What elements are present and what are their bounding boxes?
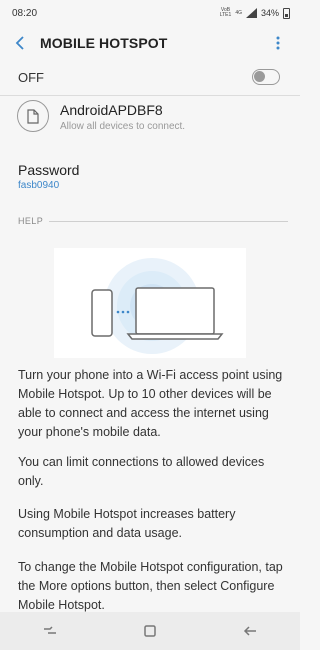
hotspot-illustration-graphic	[91, 258, 224, 354]
password-value: fasb0940	[18, 180, 60, 191]
help-paragraph: Using Mobile Hotspot increases battery c…	[18, 507, 236, 540]
divider	[49, 220, 288, 222]
network-icon	[17, 100, 49, 132]
recents-icon	[44, 626, 56, 634]
phone-icon	[91, 289, 113, 337]
back-arrow-icon	[243, 626, 256, 636]
help-section-header: HELP	[18, 214, 288, 228]
chevron-left-icon	[15, 36, 24, 50]
help-paragraph: Turn your phone into a Wi-Fi access poin…	[18, 368, 283, 439]
battery-icon	[283, 7, 290, 19]
toggle-label: OFF	[18, 70, 44, 85]
hotspot-toggle-row[interactable]: OFF	[0, 60, 300, 96]
status-time: 08:20	[12, 7, 38, 19]
laptop-icon	[135, 287, 215, 335]
page-title: MOBILE HOTSPOT	[40, 35, 168, 51]
network-name-row[interactable]: AndroidAPDBF8 Allow all devices to conne…	[0, 96, 300, 142]
back-button[interactable]	[0, 26, 40, 60]
password-label: Password	[18, 162, 80, 178]
network-name: AndroidAPDBF8	[60, 102, 163, 118]
help-label: HELP	[18, 216, 44, 226]
hotspot-illustration	[54, 248, 246, 358]
hotspot-switch[interactable]	[252, 69, 280, 85]
back-nav-button[interactable]	[230, 616, 270, 646]
more-options-button[interactable]	[266, 31, 290, 55]
navigation-bar	[0, 612, 300, 650]
network-subtitle: Allow all devices to connect.	[60, 121, 186, 132]
status-bar: 08:20 VoB LTE1 4G 34%	[0, 0, 300, 26]
password-row[interactable]: Password fasb0940	[0, 160, 300, 200]
more-vertical-icon	[276, 36, 280, 50]
battery-percent: 34%	[260, 8, 279, 18]
home-icon	[144, 625, 156, 637]
switch-knob	[254, 71, 265, 82]
signal-icon	[245, 8, 257, 18]
help-paragraph: To change the Mobile Hotspot configurati…	[18, 560, 283, 612]
network-type-indicator: 4G	[235, 9, 242, 16]
volte-indicator: VoB LTE1	[219, 7, 232, 18]
home-button[interactable]	[130, 616, 170, 646]
help-paragraph: You can limit connections to allowed dev…	[18, 455, 265, 488]
recents-button[interactable]	[30, 616, 70, 646]
status-icons: VoB LTE1 4G 34%	[219, 7, 290, 19]
document-icon	[27, 108, 39, 124]
app-bar: MOBILE HOTSPOT	[0, 26, 300, 60]
